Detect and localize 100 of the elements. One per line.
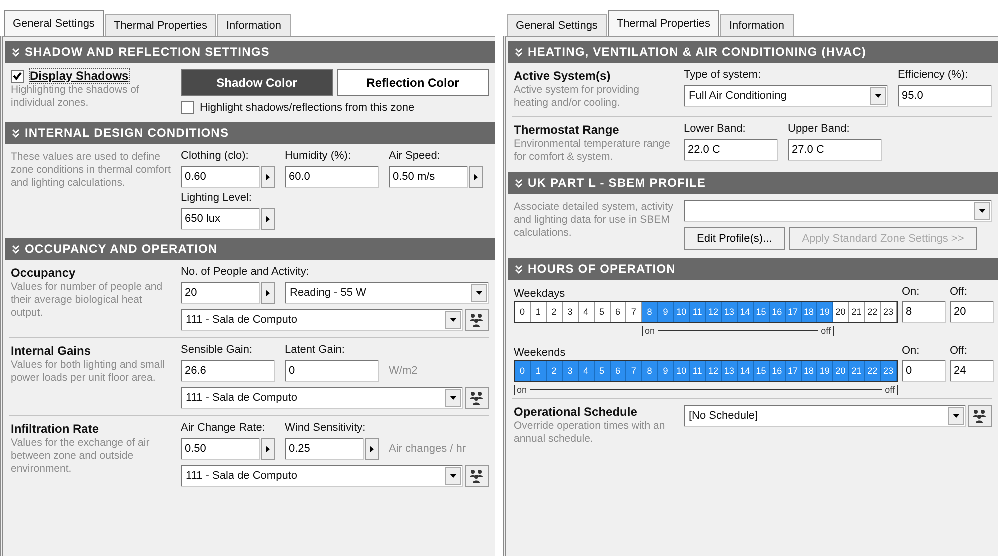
dropdown-button[interactable]	[974, 202, 990, 220]
row-title: Active System(s)	[514, 69, 612, 83]
double-chevron-icon	[12, 244, 20, 254]
hour-cell[interactable]: 4	[578, 302, 595, 322]
people-button[interactable]	[465, 465, 489, 487]
dropdown-field[interactable]: Full Air Conditioning	[684, 85, 888, 107]
increment-button[interactable]	[261, 166, 275, 188]
field-label: Efficiency (%):	[898, 69, 968, 83]
caret-down-icon	[450, 318, 456, 322]
people-button[interactable]	[465, 309, 489, 331]
section-header[interactable]: HOURS OF OPERATION	[508, 258, 998, 280]
dropdown-field[interactable]: [No Schedule]	[684, 405, 966, 427]
tab[interactable]: General Settings	[4, 10, 104, 36]
tab[interactable]: Thermal Properties	[608, 10, 720, 36]
color-button[interactable]: Reflection Color	[337, 69, 489, 96]
increment-button[interactable]	[261, 438, 275, 460]
hour-cell[interactable]: 6	[610, 302, 626, 322]
section-title: SHADOW AND REFLECTION SETTINGS	[25, 45, 270, 59]
field-label: Clothing (clo):	[181, 150, 249, 164]
number-field[interactable]: 0.25	[285, 438, 364, 460]
field-label: Latent Gain:	[285, 344, 345, 358]
hour-cell[interactable]: 22	[865, 302, 882, 322]
field-label: No. of People and Activity:	[181, 266, 310, 280]
text-field[interactable]: 0	[902, 360, 946, 382]
push-button[interactable]: Edit Profile(s)...	[684, 227, 786, 250]
field-label: Lower Band:	[684, 123, 746, 137]
tab[interactable]: Thermal Properties	[104, 14, 216, 36]
number-field[interactable]: 0.50	[181, 438, 260, 460]
caret-down-icon	[450, 474, 456, 478]
hour-cell[interactable]: 0	[515, 302, 531, 322]
field-label: Upper Band:	[788, 123, 850, 137]
dropdown-button[interactable]	[445, 311, 461, 329]
people-icon	[469, 390, 485, 406]
color-button[interactable]: Shadow Color	[181, 69, 333, 96]
dropdown-button[interactable]	[471, 284, 487, 302]
dropdown-button[interactable]	[948, 407, 964, 425]
dropdown-button[interactable]	[445, 389, 461, 407]
number-field[interactable]: 0.50 m/s	[389, 166, 468, 188]
hour-cell[interactable]: 3	[562, 302, 579, 322]
range-end-label: off	[882, 384, 898, 394]
field-label: Off:	[950, 286, 968, 300]
hour-cell[interactable]: 21	[849, 302, 866, 322]
dropdown-field[interactable]: 111 - Sala de Computo	[181, 465, 463, 487]
dropdown-field[interactable]: 111 - Sala de Computo	[181, 309, 463, 331]
text-field[interactable]: 27.0 C	[788, 139, 882, 161]
range-end-label: off	[818, 326, 834, 336]
description: Associate detailed system, activity and lighting data for use in SBEM calculations.	[514, 201, 674, 240]
tab[interactable]: Information	[217, 14, 291, 36]
section-header[interactable]: UK PART L - SBEM PROFILE	[508, 172, 998, 194]
increment-button[interactable]	[261, 282, 275, 304]
hour-cell[interactable]: 23	[881, 302, 897, 322]
text-field[interactable]: 60.0	[285, 166, 379, 188]
text-field[interactable]: 26.6	[181, 360, 275, 382]
hour-cell[interactable]: 20	[833, 302, 850, 322]
increment-button[interactable]	[261, 208, 275, 230]
description: Environmental temperature range for comfort & system.	[514, 138, 672, 164]
number-field[interactable]: 0.60	[181, 166, 260, 188]
text-field[interactable]: 20	[950, 301, 994, 323]
double-chevron-icon	[12, 48, 20, 56]
text-field[interactable]: 24	[950, 360, 994, 382]
text-field[interactable]: 22.0 C	[684, 139, 778, 161]
section-header[interactable]: OCCUPANCY AND OPERATION	[5, 238, 495, 260]
dropdown-field[interactable]: Reading - 55 W	[285, 282, 489, 304]
tab[interactable]: General Settings	[507, 14, 607, 36]
people-button[interactable]	[968, 405, 992, 427]
section-header[interactable]: INTERNAL DESIGN CONDITIONS	[5, 122, 495, 144]
people-icon	[469, 312, 485, 328]
dropdown-button[interactable]	[870, 87, 886, 105]
double-chevron-icon	[515, 178, 523, 188]
increment-button[interactable]	[365, 438, 379, 460]
hour-cell[interactable]: 5	[594, 302, 610, 322]
number-field[interactable]: 20	[181, 282, 260, 304]
right-arrow-icon	[370, 446, 374, 452]
tab[interactable]: Information	[720, 14, 794, 36]
hour-cell[interactable]: 2	[546, 302, 563, 322]
description: Highlighting the shadows of individual zones.	[11, 84, 140, 110]
checkbox-label[interactable]: Highlight shadows/reflections from this zone	[200, 102, 415, 114]
text-field[interactable]: 8	[902, 301, 946, 323]
increment-button[interactable]	[469, 166, 483, 188]
checkbox[interactable]	[181, 101, 194, 114]
field-label: Sensible Gain:	[181, 344, 253, 358]
section-header[interactable]: HEATING, VENTILATION & AIR CONDITIONING (HVAC)	[508, 41, 998, 63]
number-field[interactable]: 650 lux	[181, 208, 260, 230]
text-field[interactable]: 0	[285, 360, 379, 382]
right-arrow-icon	[266, 216, 270, 222]
checkbox-label[interactable]: Display Shadows	[30, 69, 129, 83]
dropdown-field[interactable]	[684, 200, 992, 222]
people-button[interactable]	[465, 387, 489, 409]
hour-cell[interactable]: 1	[530, 302, 547, 322]
section-header[interactable]: SHADOW AND REFLECTION SETTINGS	[5, 41, 495, 63]
section-title: OCCUPANCY AND OPERATION	[25, 242, 218, 256]
dropdown-button[interactable]	[445, 467, 461, 485]
section-title: HEATING, VENTILATION & AIR CONDITIONING (HVAC)	[528, 45, 866, 59]
unit-label: W/m2	[389, 364, 418, 379]
checkbox[interactable]	[11, 70, 24, 82]
caret-down-icon	[450, 396, 456, 400]
row-title: Thermostat Range	[514, 123, 620, 137]
dropdown-field[interactable]: 111 - Sala de Computo	[181, 387, 463, 409]
text-field[interactable]: 95.0	[898, 85, 992, 107]
field-label: Humidity (%):	[285, 150, 352, 164]
